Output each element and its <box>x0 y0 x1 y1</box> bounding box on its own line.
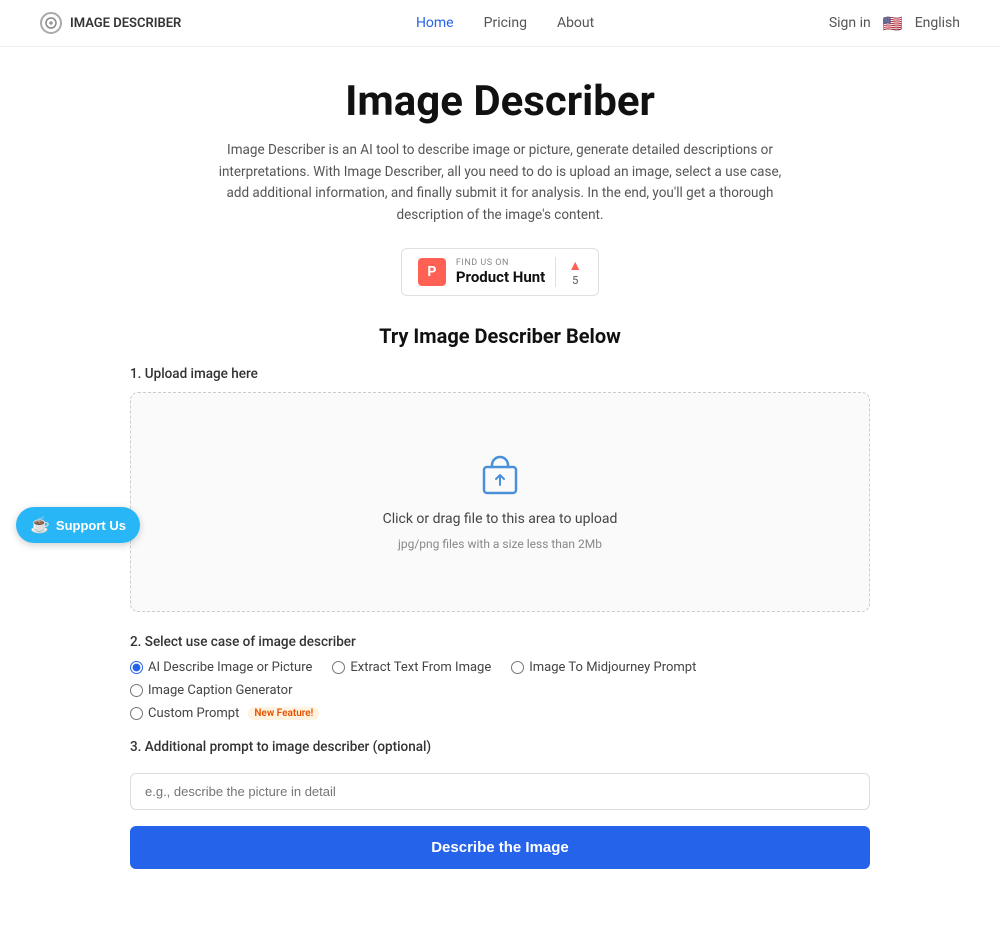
nav-about[interactable]: About <box>557 15 594 31</box>
main-content: Image Describer Image Describer is an AI… <box>110 47 890 929</box>
hero-subtitle: Image Describer is an AI tool to describ… <box>210 140 790 226</box>
ph-find-label: FIND US ON <box>456 258 545 268</box>
coffee-icon: ☕ <box>30 515 50 535</box>
ph-name-label: Product Hunt <box>456 268 545 286</box>
upload-area[interactable]: Click or drag file to this area to uploa… <box>130 392 870 612</box>
radio-midjourney-label: Image To Midjourney Prompt <box>529 660 696 675</box>
use-case-label: 2. Select use case of image describer <box>130 634 870 650</box>
flag-icon: 🇺🇸 <box>883 14 903 33</box>
radio-caption-label: Image Caption Generator <box>148 683 292 698</box>
nav-links: Home Pricing About <box>416 15 594 31</box>
radio-ai-describe[interactable]: AI Describe Image or Picture <box>130 660 312 675</box>
upload-sub-text: jpg/png files with a size less than 2Mb <box>398 537 602 551</box>
radio-extract-text-label: Extract Text From Image <box>350 660 491 675</box>
product-hunt-badge[interactable]: P FIND US ON Product Hunt ▲ 5 <box>401 248 599 296</box>
radio-caption-input[interactable] <box>130 684 143 697</box>
prompt-label: 3. Additional prompt to image describer … <box>130 739 870 755</box>
radio-group: AI Describe Image or Picture Extract Tex… <box>130 660 870 721</box>
new-feature-badge: New Feature! <box>248 707 319 720</box>
radio-extract-text-input[interactable] <box>332 661 345 674</box>
radio-caption[interactable]: Image Caption Generator <box>130 683 292 698</box>
radio-custom[interactable]: Custom Prompt New Feature! <box>130 706 870 721</box>
upload-icon <box>476 453 524 501</box>
radio-ai-describe-label: AI Describe Image or Picture <box>148 660 312 675</box>
navbar: IMAGE DESCRIBER Home Pricing About Sign … <box>0 0 1000 47</box>
upload-label: 1. Upload image here <box>130 366 870 382</box>
nav-right: Sign in 🇺🇸 English <box>829 14 960 33</box>
support-button[interactable]: ☕ Support Us <box>16 507 140 543</box>
logo-icon <box>40 12 62 34</box>
radio-extract-text[interactable]: Extract Text From Image <box>332 660 491 675</box>
sign-in-link[interactable]: Sign in <box>829 15 871 31</box>
radio-midjourney[interactable]: Image To Midjourney Prompt <box>511 660 696 675</box>
page-title: Image Describer <box>130 77 870 126</box>
prompt-section: 3. Additional prompt to image describer … <box>130 739 870 810</box>
prompt-input[interactable] <box>130 773 870 810</box>
use-case-section: 2. Select use case of image describer AI… <box>130 634 870 721</box>
upload-main-text: Click or drag file to this area to uploa… <box>383 511 618 527</box>
logo-text: IMAGE DESCRIBER <box>70 16 181 31</box>
submit-button[interactable]: Describe the Image <box>130 826 870 869</box>
ph-score-number: 5 <box>572 274 578 287</box>
radio-custom-label: Custom Prompt <box>148 706 239 721</box>
support-label: Support Us <box>56 518 126 533</box>
logo[interactable]: IMAGE DESCRIBER <box>40 12 181 34</box>
radio-custom-input[interactable] <box>130 707 143 720</box>
ph-badge-text: FIND US ON Product Hunt <box>456 258 545 286</box>
nav-home[interactable]: Home <box>416 15 454 31</box>
ph-arrow-icon: ▲ <box>568 257 582 274</box>
try-title: Try Image Describer Below <box>130 324 870 348</box>
language-label[interactable]: English <box>915 15 960 31</box>
radio-ai-describe-input[interactable] <box>130 661 143 674</box>
ph-score: ▲ 5 <box>555 257 582 287</box>
ph-logo-icon: P <box>418 258 446 286</box>
radio-midjourney-input[interactable] <box>511 661 524 674</box>
nav-pricing[interactable]: Pricing <box>484 15 527 31</box>
